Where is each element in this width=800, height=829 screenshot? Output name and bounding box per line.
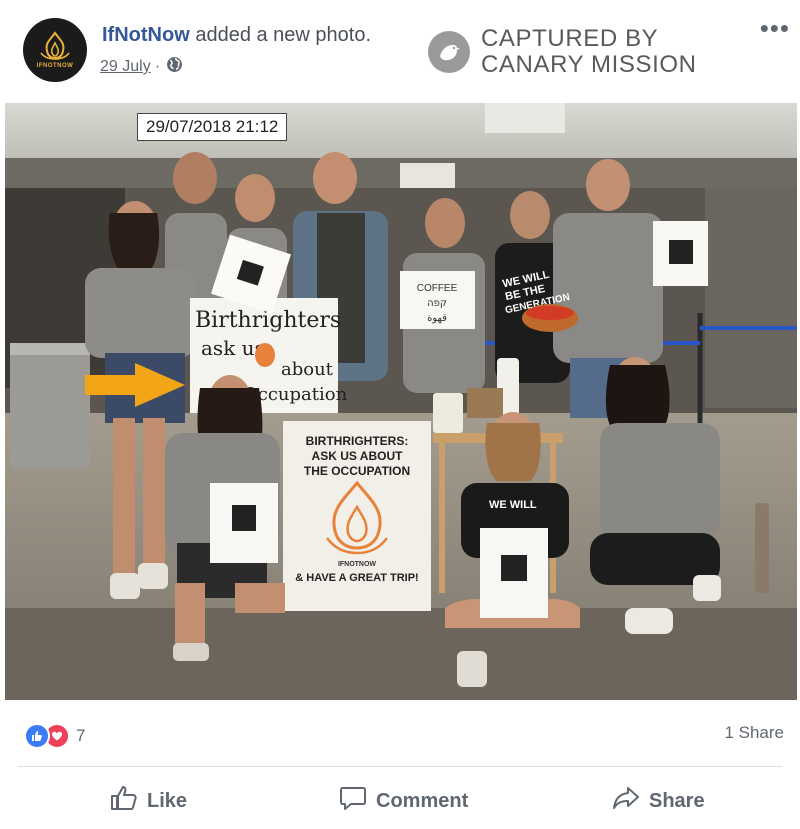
canary-mission-watermark: CAPTURED BY CANARY MISSION [427, 26, 697, 78]
photo-timestamp: 29/07/2018 21:12 [137, 113, 288, 141]
comment-button[interactable]: Comment [339, 785, 468, 817]
center-sign: BIRTHRIGHTERS: ASK US ABOUT THE OCCUPATI… [283, 421, 431, 611]
center-sign-brand: IFNOTNOW [338, 561, 376, 568]
share-label: Share [649, 789, 705, 812]
post-title: IfNotNow added a new photo. [102, 24, 371, 47]
page-avatar[interactable]: IFNOTNOW [23, 18, 87, 82]
thumbs-up-icon [110, 785, 138, 817]
post-action-text: added a new photo. [195, 24, 372, 46]
share-button[interactable]: Share [612, 785, 705, 817]
like-reaction-icon [24, 723, 50, 749]
avatar-label: IFNOTNOW [36, 63, 74, 69]
globe-icon [166, 56, 183, 78]
meta-separator: · [154, 58, 161, 75]
post-meta: 29 July · [100, 56, 183, 78]
actions-divider [18, 766, 782, 767]
coffee-line2: קפה [427, 298, 447, 309]
center-sign-line4: & HAVE A GREAT TRIP! [295, 572, 418, 584]
share-count-link[interactable]: 1 Share [724, 723, 784, 743]
coffee-line1: COFFEE [417, 283, 458, 294]
comment-label: Comment [376, 789, 469, 812]
flame-logo-icon [40, 31, 70, 60]
coffee-line3: قهوة [427, 313, 447, 324]
post-header: IFNOTNOW IfNotNow added a new photo. 29 … [0, 0, 800, 100]
shirt-front: WE WILL [489, 499, 537, 511]
left-sign-line3: about [281, 359, 334, 380]
center-sign-line3: THE OCCUPATION [304, 464, 410, 478]
center-sign-line1: BIRTHRIGHTERS: [306, 434, 409, 448]
like-button[interactable]: Like [110, 785, 187, 817]
watermark-text: CAPTURED BY CANARY MISSION [481, 26, 697, 78]
post-photo[interactable]: Birthrighters ask us about Occupation CO… [5, 103, 797, 700]
share-arrow-icon [612, 785, 640, 817]
post-date-link[interactable]: 29 July [100, 58, 151, 76]
photo-scene: Birthrighters ask us about Occupation CO… [5, 103, 797, 700]
comment-bubble-icon [339, 785, 367, 817]
bird-logo-icon [428, 31, 470, 73]
page-name-link[interactable]: IfNotNow [102, 24, 190, 46]
more-options-button[interactable]: ••• [760, 15, 790, 41]
coffee-sign: COFFEE קפה قهوة [400, 271, 475, 329]
reaction-stats: 7 1 Share [0, 705, 800, 757]
reaction-count: 7 [76, 726, 86, 745]
watermark-line2: CANARY MISSION [481, 51, 697, 78]
reaction-summary[interactable]: 7 [24, 723, 85, 749]
like-label: Like [147, 789, 188, 812]
center-sign-line2: ASK US ABOUT [312, 449, 404, 463]
watermark-line1: CAPTURED BY [481, 25, 659, 52]
post-actions: Like Comment Share [0, 775, 800, 821]
